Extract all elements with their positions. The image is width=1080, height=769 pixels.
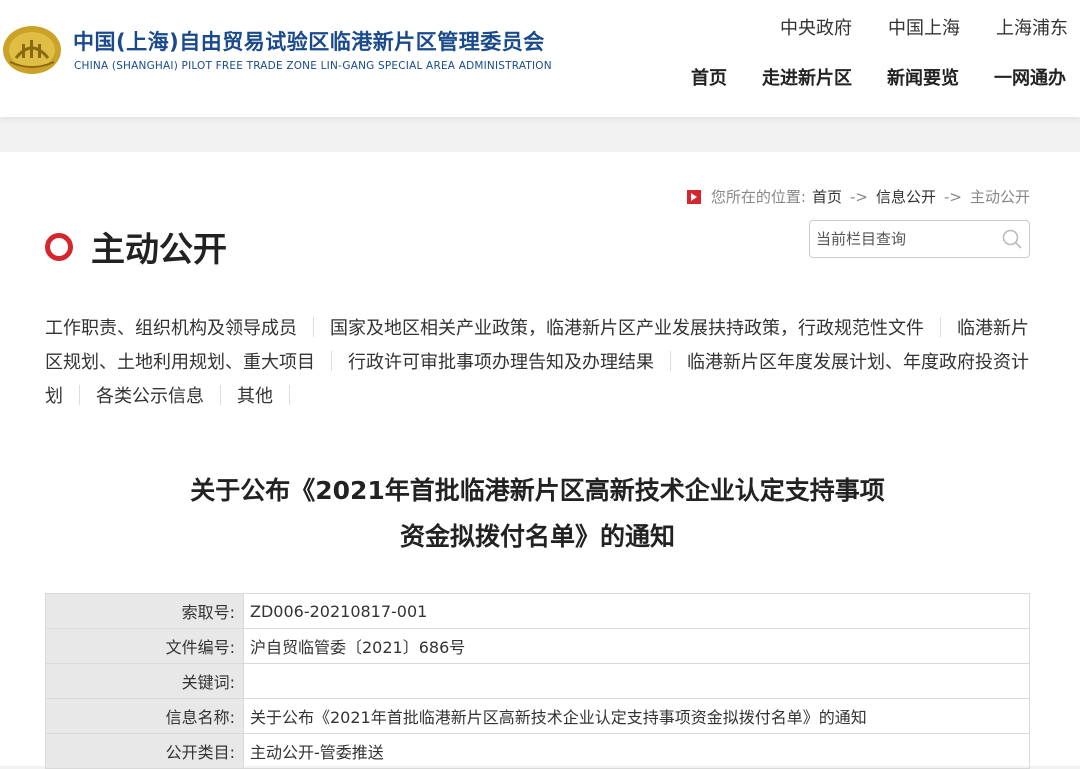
nav-news[interactable]: 新闻要览: [887, 64, 959, 90]
document-title-line-2: 资金拟拨付名单》的通知: [399, 522, 675, 551]
category-divider: [940, 317, 941, 337]
breadcrumb-home[interactable]: 首页: [812, 186, 842, 207]
category-public-notices[interactable]: 各类公示信息: [96, 386, 204, 407]
site-name-en: CHINA (SHANGHAI) PILOT FREE TRADE ZONE L…: [74, 60, 552, 72]
category-other[interactable]: 其他: [237, 386, 273, 407]
category-policies[interactable]: 国家及地区相关产业政策，临港新片区产业发展扶持政策，行政规范性文件: [330, 318, 924, 339]
site-header: 中国(上海)自由贸易试验区临港新片区管理委员会 CHINA (SHANGHAI)…: [0, 0, 1080, 117]
breadcrumb-separator: ->: [850, 187, 868, 206]
breadcrumb: 您所在的位置: 首页 -> 信息公开 -> 主动公开: [686, 186, 1030, 207]
column-search: [809, 220, 1030, 258]
breadcrumb-info-disclosure[interactable]: 信息公开: [876, 186, 936, 207]
breadcrumb-separator: ->: [944, 187, 962, 206]
site-name-cn[interactable]: 中国(上海)自由贸易试验区临港新片区管理委员会: [73, 26, 545, 56]
nav-home[interactable]: 首页: [691, 64, 727, 90]
category-divider: [289, 385, 290, 405]
table-row: 关键词:: [45, 663, 1030, 699]
section-title: 主动公开: [91, 230, 227, 270]
document-info-table: 索取号: ZD006-20210817-001 文件编号: 沪自贸临管委〔202…: [45, 593, 1030, 769]
document-title-line-1: 关于公布《2021年首批临港新片区高新技术企业认定支持事项: [190, 476, 885, 505]
category-divider: [220, 385, 221, 405]
top-link-pudong[interactable]: 上海浦东: [996, 14, 1068, 40]
row-value: 主动公开-管委推送: [243, 733, 1030, 769]
document-title: 关于公布《2021年首批临港新片区高新技术企业认定支持事项 资金拟拨付名单》的通…: [45, 468, 1030, 560]
row-label: 关键词:: [45, 663, 244, 699]
table-row: 公开类目: 主动公开-管委推送: [45, 733, 1030, 769]
top-links: 中央政府 中国上海 上海浦东: [780, 14, 1068, 40]
main-nav: 首页 走进新片区 新闻要览 一网通办: [691, 64, 1066, 90]
search-icon[interactable]: [1001, 228, 1023, 250]
row-label: 文件编号:: [45, 628, 244, 664]
nav-services[interactable]: 一网通办: [994, 64, 1066, 90]
row-label: 公开类目:: [45, 733, 244, 769]
category-divider: [313, 317, 314, 337]
table-row: 索取号: ZD006-20210817-001: [45, 593, 1030, 629]
nav-about[interactable]: 走进新片区: [762, 64, 852, 90]
row-label: 索取号:: [45, 593, 244, 629]
table-row: 信息名称: 关于公布《2021年首批临港新片区高新技术企业认定支持事项资金拟拨付…: [45, 698, 1030, 734]
category-links: 工作职责、组织机构及领导成员 国家及地区相关产业政策，临港新片区产业发展扶持政策，…: [45, 312, 1030, 414]
row-value: 沪自贸临管委〔2021〕686号: [243, 628, 1030, 664]
category-licensing[interactable]: 行政许可审批事项办理告知及办理结果: [348, 352, 654, 373]
category-divider: [331, 351, 332, 371]
top-link-central-gov[interactable]: 中央政府: [780, 14, 852, 40]
top-link-shanghai[interactable]: 中国上海: [888, 14, 960, 40]
category-duties[interactable]: 工作职责、组织机构及领导成员: [45, 318, 297, 339]
row-value: ZD006-20210817-001: [243, 593, 1030, 629]
section-header: 主动公开: [45, 222, 227, 271]
table-row: 文件编号: 沪自贸临管委〔2021〕686号: [45, 628, 1030, 664]
category-divider: [79, 385, 80, 405]
row-value: 关于公布《2021年首批临港新片区高新技术企业认定支持事项资金拟拨付名单》的通知: [243, 698, 1030, 734]
category-divider: [670, 351, 671, 371]
breadcrumb-prefix: 您所在的位置:: [710, 188, 806, 206]
search-input[interactable]: [816, 227, 996, 251]
content-card: 您所在的位置: 首页 -> 信息公开 -> 主动公开 主动公开 工作职责、组织机…: [0, 152, 1080, 769]
logo-emblem-icon[interactable]: [2, 18, 62, 78]
circle-icon: [45, 232, 73, 261]
row-value: [243, 663, 1030, 699]
location-arrow-icon: [686, 189, 701, 204]
breadcrumb-current: 主动公开: [969, 188, 1030, 206]
row-label: 信息名称:: [45, 698, 244, 734]
